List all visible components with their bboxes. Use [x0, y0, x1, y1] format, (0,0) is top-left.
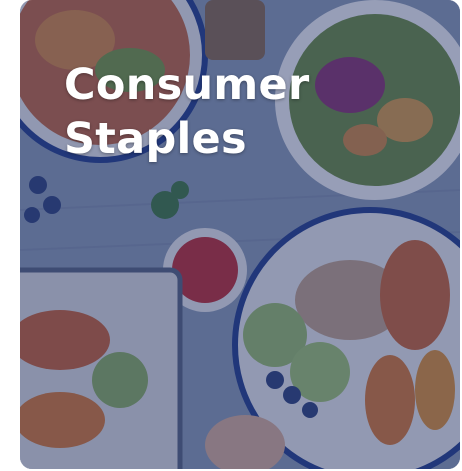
card-title: Consumer Staples — [64, 58, 310, 166]
category-card-consumer-staples[interactable]: Consumer Staples — [20, 0, 460, 469]
card-title-line-1: Consumer — [64, 60, 310, 110]
card-title-line-2: Staples — [64, 114, 247, 164]
